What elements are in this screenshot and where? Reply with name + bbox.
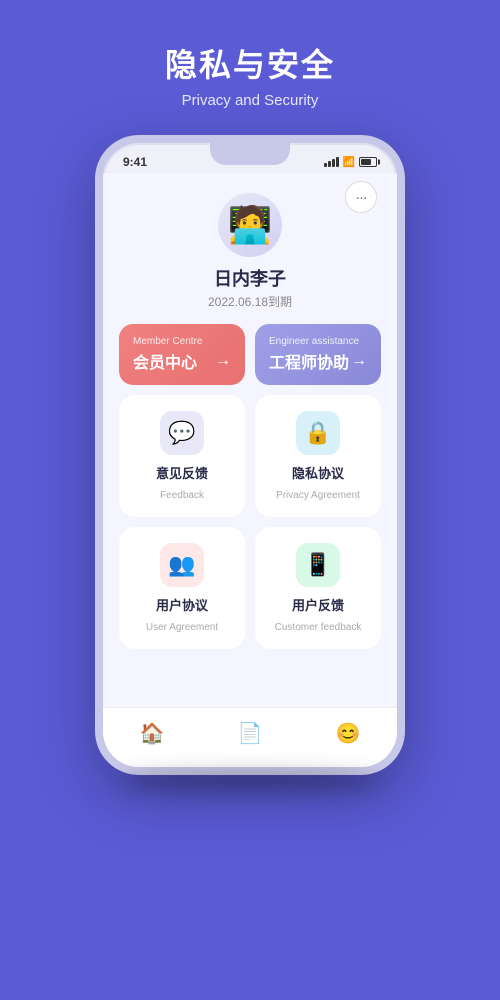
nav-item-home[interactable]: 🏠 bbox=[124, 717, 181, 750]
grid-card-label-en-2: User Agreement bbox=[146, 622, 218, 633]
member-main-label: 会员中心 → bbox=[133, 349, 231, 373]
member-centre-card[interactable]: Member Centre 会员中心 → bbox=[119, 324, 245, 385]
nav-icon-profile: 😊 bbox=[336, 721, 361, 746]
action-cards-row: Member Centre 会员中心 → Engineer assistance… bbox=[119, 324, 381, 385]
engineer-main-label: 工程师协助 → bbox=[269, 349, 367, 373]
user-name: 日内李子 bbox=[214, 265, 286, 291]
grid-card-label-en-1: Privacy Agreement bbox=[276, 490, 360, 501]
page-subtitle: Privacy and Security bbox=[165, 92, 335, 109]
user-agreement-icon: 👥 bbox=[160, 543, 204, 587]
avatar-section: 🧑‍💻 日内李子 2022.06.18到期 bbox=[119, 177, 381, 310]
signal-icon bbox=[324, 157, 339, 167]
grid-card-privacy-icon[interactable]: 🔒 隐私协议 Privacy Agreement bbox=[255, 395, 381, 517]
status-icons: 📶 bbox=[324, 157, 377, 168]
phone-notch bbox=[210, 143, 290, 165]
grid-card-label-cn-3: 用户反馈 bbox=[292, 595, 344, 614]
user-expiry: 2022.06.18到期 bbox=[208, 293, 292, 310]
avatar-emoji: 🧑‍💻 bbox=[228, 204, 273, 246]
engineer-arrow-icon: → bbox=[351, 352, 367, 370]
grid-card-label-cn-1: 隐私协议 bbox=[292, 463, 344, 482]
battery-icon bbox=[359, 157, 377, 167]
page-header: 隐私与安全 Privacy and Security bbox=[165, 0, 335, 109]
bottom-nav: 🏠 📄 😊 bbox=[103, 707, 397, 767]
avatar: 🧑‍💻 bbox=[218, 193, 282, 257]
nav-icon-document: 📄 bbox=[238, 721, 263, 746]
grid-card-customer-feedback-icon[interactable]: 📱 用户反馈 Customer feedback bbox=[255, 527, 381, 649]
nav-item-document[interactable]: 📄 bbox=[222, 717, 279, 750]
feedback-icon: 💬 bbox=[160, 411, 204, 455]
grid-card-feedback-icon[interactable]: 💬 意见反馈 Feedback bbox=[119, 395, 245, 517]
nav-item-profile[interactable]: 😊 bbox=[320, 717, 377, 750]
grid-card-label-en-0: Feedback bbox=[160, 490, 204, 501]
privacy-icon: 🔒 bbox=[296, 411, 340, 455]
status-time: 9:41 bbox=[123, 155, 147, 169]
nav-icon-home: 🏠 bbox=[140, 721, 165, 746]
customer-feedback-icon: 📱 bbox=[296, 543, 340, 587]
wifi-icon: 📶 bbox=[343, 157, 355, 168]
grid-cards: 💬 意见反馈 Feedback 🔒 隐私协议 Privacy Agreement… bbox=[119, 395, 381, 649]
engineer-small-label: Engineer assistance bbox=[269, 336, 367, 347]
grid-card-label-en-3: Customer feedback bbox=[275, 622, 362, 633]
phone-frame: 9:41 📶 ··· 🧑‍💻 日内李子 2022.06.18到 bbox=[95, 135, 405, 775]
member-small-label: Member Centre bbox=[133, 336, 231, 347]
grid-card-label-cn-2: 用户协议 bbox=[156, 595, 208, 614]
page-title: 隐私与安全 bbox=[165, 40, 335, 86]
more-button[interactable]: ··· bbox=[345, 181, 377, 213]
phone-content: ··· 🧑‍💻 日内李子 2022.06.18到期 Member Centre … bbox=[103, 173, 397, 767]
more-dots-icon: ··· bbox=[356, 189, 367, 205]
engineer-assistance-card[interactable]: Engineer assistance 工程师协助 → bbox=[255, 324, 381, 385]
phone-shadow bbox=[120, 771, 380, 791]
grid-card-user-agreement-icon[interactable]: 👥 用户协议 User Agreement bbox=[119, 527, 245, 649]
grid-card-label-cn-0: 意见反馈 bbox=[156, 463, 208, 482]
member-arrow-icon: → bbox=[215, 352, 231, 370]
